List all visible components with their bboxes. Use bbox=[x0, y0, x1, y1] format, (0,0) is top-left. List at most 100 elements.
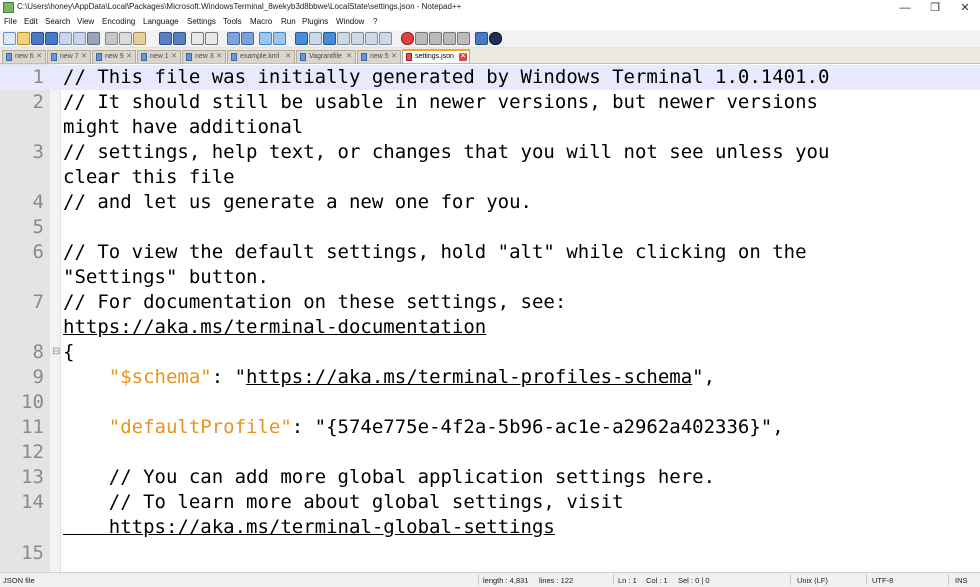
global-settings-link[interactable]: https://aka.ms/terminal-global-settings bbox=[63, 516, 555, 538]
redo-icon[interactable] bbox=[173, 32, 186, 45]
menu-language[interactable]: Language bbox=[143, 17, 179, 26]
close-button[interactable]: ✕ bbox=[950, 0, 980, 16]
copy-icon[interactable] bbox=[119, 32, 132, 45]
menu-run[interactable]: Run bbox=[281, 17, 296, 26]
minimize-button[interactable]: — bbox=[890, 0, 920, 16]
play-multiple-macro-icon[interactable] bbox=[443, 32, 456, 45]
tab-new-9[interactable]: new 9 ✕ bbox=[92, 50, 136, 63]
code-line-wrapped[interactable]: clear this file bbox=[0, 165, 980, 190]
maximize-button[interactable]: ❐ bbox=[920, 0, 950, 16]
folder-workspace-icon[interactable] bbox=[379, 32, 392, 45]
tab-close-icon[interactable]: ✕ bbox=[80, 53, 88, 61]
save-macro-icon[interactable] bbox=[457, 32, 470, 45]
menu-view[interactable]: View bbox=[77, 17, 94, 26]
code-line[interactable]: 1 // This file was initially generated b… bbox=[0, 65, 980, 90]
doc-map-icon[interactable] bbox=[351, 32, 364, 45]
new-file-icon[interactable] bbox=[3, 32, 16, 45]
tab-close-icon[interactable]: ✕ bbox=[459, 53, 467, 61]
menu-tools[interactable]: Tools bbox=[223, 17, 242, 26]
zoom-out-icon[interactable] bbox=[241, 32, 254, 45]
close-all-icon[interactable] bbox=[73, 32, 86, 45]
code-line-wrapped[interactable]: "Settings" button. bbox=[0, 265, 980, 290]
code-line-wrapped[interactable]: https://aka.ms/terminal-documentation bbox=[0, 315, 980, 340]
paste-icon[interactable] bbox=[133, 32, 146, 45]
code-line[interactable]: 10 bbox=[0, 390, 980, 415]
tab-new-7[interactable]: new 7 ✕ bbox=[47, 50, 91, 63]
comment-text: "Settings" button. bbox=[63, 266, 269, 288]
menu-window[interactable]: Window bbox=[336, 17, 364, 26]
tab-close-icon[interactable]: ✕ bbox=[125, 53, 133, 61]
tab-close-icon[interactable]: ✕ bbox=[345, 53, 353, 61]
code-line[interactable]: 13 // You can add more global applicatio… bbox=[0, 465, 980, 490]
menu-file[interactable]: File bbox=[4, 17, 17, 26]
record-macro-icon[interactable] bbox=[401, 32, 414, 45]
indent-text bbox=[63, 416, 109, 438]
tab-close-icon[interactable]: ✕ bbox=[390, 53, 398, 61]
print-icon[interactable] bbox=[87, 32, 100, 45]
code-editor[interactable]: ⊟ 1 // This file was initially generated… bbox=[0, 64, 980, 572]
code-line[interactable]: 15 bbox=[0, 541, 980, 566]
tab-new-6[interactable]: new 6 ✕ bbox=[2, 50, 46, 63]
find-icon[interactable] bbox=[191, 32, 204, 45]
code-line-wrapped[interactable]: might have additional bbox=[0, 115, 980, 140]
save-all-icon[interactable] bbox=[45, 32, 58, 45]
save-icon[interactable] bbox=[31, 32, 44, 45]
replace-icon[interactable] bbox=[205, 32, 218, 45]
tab-vagrantfile[interactable]: Vagrantfile ✕ bbox=[296, 50, 356, 63]
language-define-icon[interactable] bbox=[337, 32, 350, 45]
menu-help[interactable]: ? bbox=[373, 17, 377, 26]
menu-search[interactable]: Search bbox=[45, 17, 70, 26]
open-file-icon[interactable] bbox=[17, 32, 30, 45]
tab-close-icon[interactable]: ✕ bbox=[215, 53, 223, 61]
indent-guide-icon[interactable] bbox=[323, 32, 336, 45]
eol-format[interactable]: Unix (LF) bbox=[797, 576, 828, 585]
selection-info: Sel : 0 | 0 bbox=[678, 576, 710, 585]
menu-encoding[interactable]: Encoding bbox=[102, 17, 135, 26]
file-icon bbox=[96, 53, 102, 61]
cut-icon[interactable] bbox=[105, 32, 118, 45]
menu-plugins[interactable]: Plugins bbox=[302, 17, 328, 26]
function-list-icon[interactable] bbox=[365, 32, 378, 45]
encoding-label[interactable]: UTF-8 bbox=[872, 576, 893, 585]
undo-icon[interactable] bbox=[159, 32, 172, 45]
code-text: // To learn more about global settings, … bbox=[63, 490, 624, 515]
code-line[interactable]: 9 "$schema": "https://aka.ms/terminal-pr… bbox=[0, 365, 980, 390]
play-macro-icon[interactable] bbox=[429, 32, 442, 45]
plugin-icon[interactable] bbox=[489, 32, 502, 45]
sync-vertical-icon[interactable] bbox=[259, 32, 272, 45]
code-line[interactable]: 7 // For documentation on these settings… bbox=[0, 290, 980, 315]
documentation-link[interactable]: https://aka.ms/terminal-documentation bbox=[63, 316, 486, 338]
code-line[interactable]: 5 bbox=[0, 215, 980, 240]
code-line[interactable]: 3 // settings, help text, or changes tha… bbox=[0, 140, 980, 165]
tab-example-kml[interactable]: example.kml ✕ bbox=[227, 50, 295, 63]
tab-new-1[interactable]: new 1 ✕ bbox=[137, 50, 181, 63]
code-line[interactable]: 8 { bbox=[0, 340, 980, 365]
zoom-in-icon[interactable] bbox=[227, 32, 240, 45]
schema-link[interactable]: https://aka.ms/terminal-profiles-schema bbox=[246, 366, 692, 388]
code-line[interactable]: 6 // To view the default settings, hold … bbox=[0, 240, 980, 265]
spell-check-icon[interactable] bbox=[475, 32, 488, 45]
sync-horizontal-icon[interactable] bbox=[273, 32, 286, 45]
stop-macro-icon[interactable] bbox=[415, 32, 428, 45]
tab-close-icon[interactable]: ✕ bbox=[284, 53, 292, 61]
tab-close-icon[interactable]: ✕ bbox=[35, 53, 43, 61]
comment-text: // and let us generate a new one for you… bbox=[63, 191, 532, 213]
menu-macro[interactable]: Macro bbox=[250, 17, 272, 26]
tab-label: new 5 bbox=[370, 53, 389, 60]
code-line[interactable]: 11 "defaultProfile": "{574e775e-4f2a-5b9… bbox=[0, 415, 980, 440]
menu-settings[interactable]: Settings bbox=[187, 17, 216, 26]
code-line[interactable]: 12 bbox=[0, 440, 980, 465]
code-line[interactable]: 2 // It should still be usable in newer … bbox=[0, 90, 980, 115]
code-line[interactable]: 14 // To learn more about global setting… bbox=[0, 490, 980, 515]
tab-close-icon[interactable]: ✕ bbox=[170, 53, 178, 61]
tab-new-5[interactable]: new 5 ✕ bbox=[357, 50, 401, 63]
tab-new-3[interactable]: new 3 ✕ bbox=[182, 50, 226, 63]
tab-settings-json[interactable]: settings.json ✕ bbox=[402, 49, 470, 63]
close-file-icon[interactable] bbox=[59, 32, 72, 45]
code-line-wrapped[interactable]: https://aka.ms/terminal-global-settings bbox=[0, 515, 980, 540]
comment-text: might have additional bbox=[63, 116, 304, 138]
show-all-chars-icon[interactable] bbox=[309, 32, 322, 45]
word-wrap-icon[interactable] bbox=[295, 32, 308, 45]
code-line[interactable]: 4 // and let us generate a new one for y… bbox=[0, 190, 980, 215]
menu-edit[interactable]: Edit bbox=[24, 17, 38, 26]
